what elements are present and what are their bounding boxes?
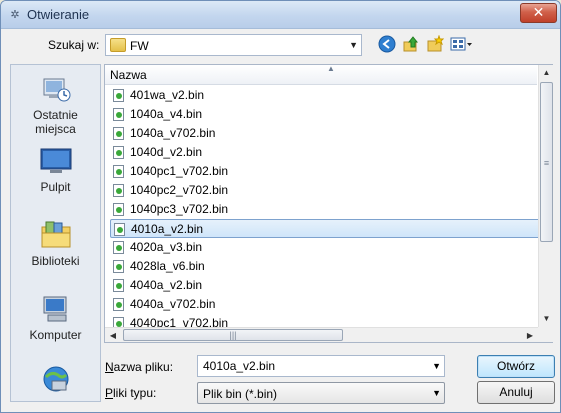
look-in-value: FW <box>130 39 149 53</box>
file-row[interactable]: 1040pc3_v702.bin <box>110 200 250 219</box>
bin-file-icon <box>113 260 124 273</box>
close-icon: ✕ <box>532 4 545 20</box>
file-list[interactable]: Nazwa ▲ 401wa_v2.bin 1040a_v4.bin 1040a_v7… <box>104 64 553 343</box>
horizontal-scroll-thumb[interactable]: ||| <box>123 329 343 341</box>
file-type-select[interactable]: Plik bin (*.bin) ▼ <box>197 382 445 404</box>
file-name: 4028la_v6.bin <box>130 259 205 273</box>
file-name: 1040d_v2.bin <box>130 145 203 159</box>
bin-file-icon <box>113 298 124 311</box>
views-menu-icon <box>450 37 472 51</box>
new-folder-icon <box>427 34 445 52</box>
bin-file-icon <box>114 223 125 236</box>
bin-file-icon <box>113 146 124 159</box>
file-name-value: 4010a_v2.bin <box>203 359 276 373</box>
scroll-up-icon[interactable]: ▲ <box>539 65 554 81</box>
scroll-right-icon[interactable]: ▶ <box>522 328 538 343</box>
back-icon <box>378 35 396 53</box>
title-bar[interactable]: ✲ Otwieranie ✕ <box>1 1 560 29</box>
file-row[interactable]: 4020a_v3.bin <box>110 238 250 257</box>
file-name: 1040pc1_v702.bin <box>130 164 229 178</box>
file-row[interactable]: 4040a_v702.bin <box>110 295 250 314</box>
file-name-label-text: azwa pliku: <box>113 360 174 374</box>
file-name: 401wa_v2.bin <box>130 88 205 102</box>
file-row[interactable]: 4040a_v2.bin <box>110 276 250 295</box>
file-row[interactable]: 1040pc1_v702.bin <box>110 162 250 181</box>
chevron-down-icon: ▼ <box>432 388 441 398</box>
place-computer[interactable]: Komputer <box>11 293 100 342</box>
place-network[interactable] <box>11 363 100 398</box>
new-folder-button[interactable] <box>424 34 446 55</box>
close-button[interactable]: ✕ <box>520 3 557 23</box>
place-libraries[interactable]: Biblioteki <box>11 219 100 268</box>
horizontal-scrollbar[interactable]: ◀ ||| ▶ <box>105 327 538 342</box>
bin-file-icon <box>113 203 124 216</box>
recent-places-icon <box>43 78 70 102</box>
file-name: 4010a_v2.bin <box>131 222 204 236</box>
open-button[interactable]: Otwórz <box>477 355 555 378</box>
file-type-label-text: liki typu: <box>113 386 157 400</box>
cancel-button[interactable]: Anuluj <box>477 381 555 404</box>
desktop-icon <box>40 148 71 173</box>
scroll-down-icon[interactable]: ▼ <box>539 311 554 327</box>
file-row[interactable]: 1040a_v702.bin <box>110 124 250 143</box>
place-desktop[interactable]: Pulpit <box>11 145 100 194</box>
place-label: Komputer <box>29 328 82 342</box>
file-name-label: Nazwa pliku: <box>105 360 174 374</box>
up-folder-button[interactable] <box>400 35 422 55</box>
file-name: 1040a_v702.bin <box>130 126 216 140</box>
bin-file-icon <box>113 89 124 102</box>
file-name: 4040a_v2.bin <box>130 278 203 292</box>
libraries-icon <box>41 221 70 248</box>
folder-icon <box>110 38 126 52</box>
up-folder-icon <box>403 36 419 52</box>
bin-file-icon <box>113 241 124 254</box>
places-bar: Ostatnie miejsca Pulpit Biblioteki Kompu… <box>10 64 101 402</box>
vertical-scrollbar[interactable]: ▲ ≡ ▼ <box>538 65 553 327</box>
file-name: 1040pc3_v702.bin <box>130 202 229 216</box>
place-recent[interactable]: Ostatnie miejsca <box>11 73 100 136</box>
window-title: Otwieranie <box>27 7 90 22</box>
file-row[interactable]: 1040d_v2.bin <box>110 143 250 162</box>
file-row[interactable]: 1040pc2_v702.bin <box>110 181 250 200</box>
file-rows: 401wa_v2.bin 1040a_v4.bin 1040a_v702.bin 10… <box>110 86 541 333</box>
scroll-left-icon[interactable]: ◀ <box>105 328 121 343</box>
file-name: 4040a_v702.bin <box>130 297 216 311</box>
sort-ascending-icon: ▲ <box>327 64 335 73</box>
computer-icon <box>43 296 66 322</box>
vertical-scroll-thumb[interactable]: ≡ <box>540 82 553 242</box>
open-file-dialog: ✲ Otwieranie ✕ Szukaj w: FW ▼ Ostatnie m… <box>0 0 561 413</box>
file-name: 4020a_v3.bin <box>130 240 203 254</box>
back-button[interactable] <box>376 35 398 55</box>
bin-file-icon <box>113 165 124 178</box>
network-icon <box>43 366 68 392</box>
bin-file-icon <box>113 184 124 197</box>
app-icon: ✲ <box>10 9 20 21</box>
views-menu-button[interactable] <box>448 35 474 55</box>
chevron-down-icon[interactable]: ▼ <box>432 361 441 371</box>
chevron-down-icon: ▼ <box>349 40 358 50</box>
place-label: Pulpit <box>40 180 71 194</box>
file-name: 1040a_v4.bin <box>130 107 203 121</box>
file-row[interactable]: 4028la_v6.bin <box>110 257 250 276</box>
file-name: 1040pc2_v702.bin <box>130 183 229 197</box>
file-name-input[interactable]: 4010a_v2.bin ▼ <box>197 355 445 377</box>
column-header-name[interactable]: Nazwa ▲ <box>105 64 537 85</box>
file-row[interactable]: 1040a_v4.bin <box>110 105 250 124</box>
scroll-corner <box>538 327 553 342</box>
bin-file-icon <box>113 279 124 292</box>
bin-file-icon <box>113 127 124 140</box>
look-in-label: Szukaj w: <box>48 38 100 52</box>
look-in-combobox[interactable]: FW ▼ <box>105 34 362 56</box>
place-label: Biblioteki <box>31 254 80 268</box>
place-label: Ostatnie miejsca <box>33 108 78 136</box>
file-type-label: Pliki typu: <box>105 386 157 400</box>
file-row[interactable]: 401wa_v2.bin <box>110 86 250 105</box>
file-type-value: Plik bin (*.bin) <box>203 387 278 401</box>
file-row[interactable]: 4010a_v2.bin <box>110 219 541 238</box>
column-header-label: Nazwa <box>110 68 147 82</box>
bin-file-icon <box>113 108 124 121</box>
